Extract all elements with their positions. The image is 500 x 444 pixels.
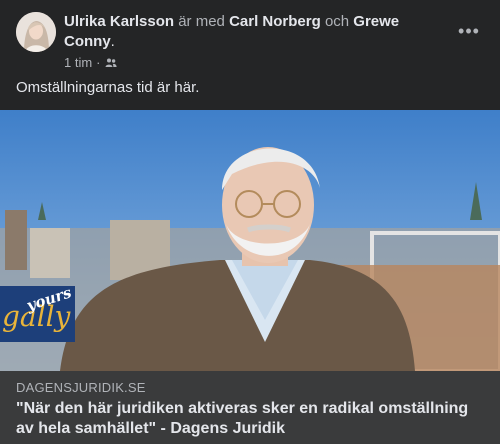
link-info-bar[interactable]: DAGENSJURIDIK.SE "När den här juridiken … [0, 371, 500, 444]
post-header-text: Ulrika Karlsson är med Carl Norberg och … [64, 12, 444, 70]
sentence-period: . [110, 33, 115, 50]
post-author-line: Ulrika Karlsson är med Carl Norberg och … [64, 12, 444, 52]
post-card: Ulrika Karlsson är med Carl Norberg och … [0, 0, 500, 444]
post-caption: Omställningarnas tid är här. [16, 79, 200, 96]
post-meta: 1 tim · [64, 55, 444, 70]
link-image[interactable]: gally yours [0, 110, 500, 371]
more-options-icon[interactable]: ••• [454, 16, 484, 46]
tagged-person-1[interactable]: Carl Norberg [229, 13, 321, 30]
author-name[interactable]: Ulrika Karlsson [64, 13, 174, 30]
meta-separator: · [96, 55, 101, 70]
link-preview[interactable]: gally yours DAGENSJURIDIK.SE "När den hä… [0, 110, 500, 444]
link-domain: DAGENSJURIDIK.SE [16, 380, 146, 395]
post-timestamp[interactable]: 1 tim [64, 55, 92, 70]
friends-icon[interactable] [105, 57, 117, 69]
and-text: och [324, 13, 350, 30]
link-title[interactable]: "När den här juridiken aktiveras sker en… [16, 399, 486, 439]
brand-logo: gally yours [0, 283, 75, 342]
post-header: Ulrika Karlsson är med Carl Norberg och … [16, 12, 484, 72]
with-text: är med [178, 13, 225, 30]
author-avatar[interactable] [16, 12, 56, 52]
